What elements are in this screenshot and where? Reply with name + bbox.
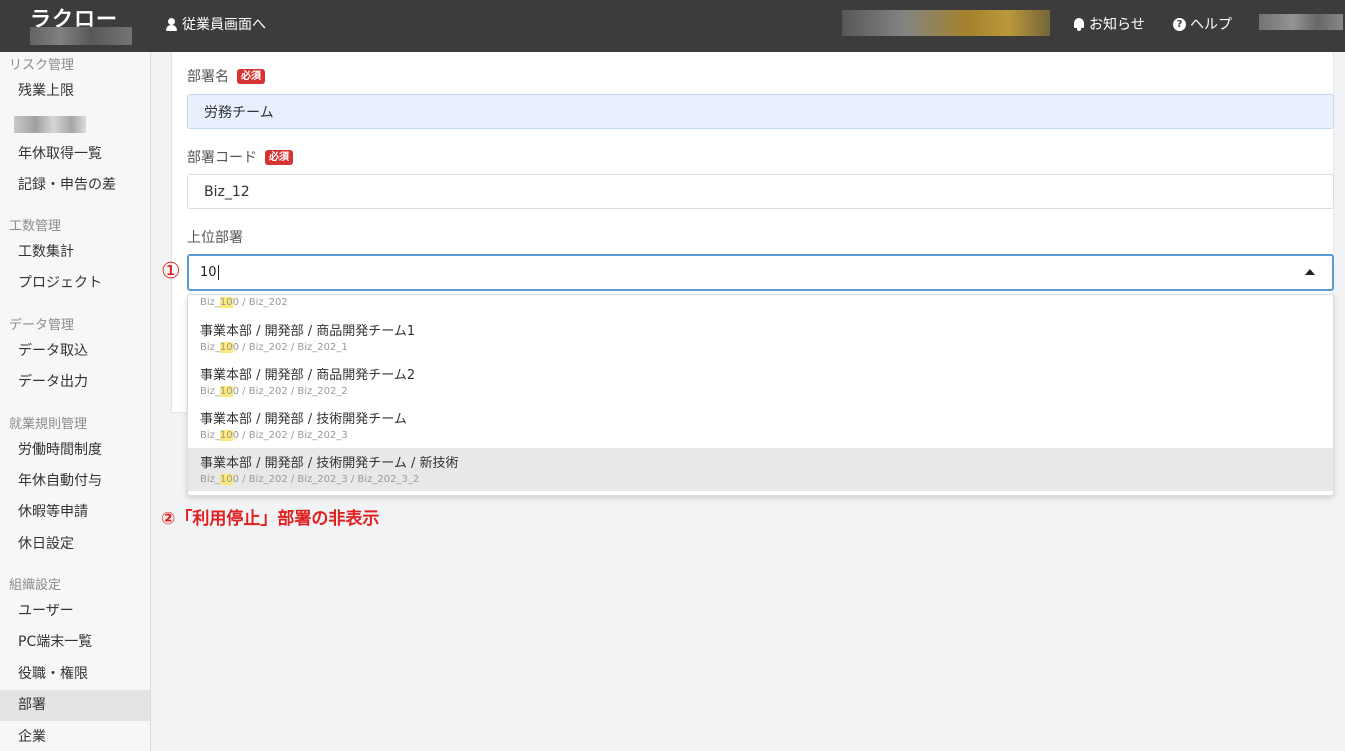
sidebar-item-departments[interactable]: 部署 <box>0 690 150 721</box>
dropdown-option[interactable]: Biz_100 / Biz_202 <box>188 295 1333 315</box>
match-highlight: 10 <box>219 297 233 308</box>
logo-subtitle-redacted <box>30 27 132 45</box>
question-icon: ? <box>1173 17 1186 31</box>
employee-screen-link[interactable]: 従業員画面へ <box>166 14 266 34</box>
sidebar-item-pc-list[interactable]: PC端末一覧 <box>0 627 150 658</box>
sidebar-item-users[interactable]: ユーザー <box>0 596 150 627</box>
dropdown-option[interactable]: 事業本部 / 開発部 / 技術開発チーム Biz_100 / Biz_202 /… <box>188 404 1333 448</box>
dropdown-option[interactable]: 事業本部 / 開発部 / 商品開発チーム1 Biz_100 / Biz_202 … <box>188 316 1333 360</box>
dropdown-option-highlighted[interactable]: 事業本部 / 開発部 / 技術開発チーム / 新技術 Biz_100 / Biz… <box>188 448 1333 491</box>
option-code-path: Biz_100 / Biz_202 <box>200 297 288 308</box>
dept-code-input[interactable]: Biz_12 <box>187 174 1334 209</box>
parent-dept-select[interactable]: 10 <box>187 254 1334 291</box>
required-badge: 必須 <box>265 149 293 165</box>
sidebar-item-effort-total[interactable]: 工数集計 <box>0 237 150 268</box>
sidebar-item-record-diff[interactable]: 記録・申告の差 <box>0 170 150 201</box>
match-highlight: 10 <box>219 430 233 441</box>
sidebar-item-leave-request[interactable]: 休暇等申請 <box>0 497 150 528</box>
sidebar: リスク管理 残業上限 年休取得一覧 記録・申告の差 工数管理 工数集計 プロジェ… <box>0 52 151 751</box>
notice-label: お知らせ <box>1089 17 1145 33</box>
option-name: 事業本部 / 開発部 / 技術開発チーム <box>200 412 407 427</box>
sidebar-item-work-hours[interactable]: 労働時間制度 <box>0 435 150 466</box>
parent-dept-search-text: 10 <box>200 265 217 280</box>
sidebar-item-redacted[interactable] <box>14 116 86 133</box>
sidebar-item-auto-leave[interactable]: 年休自動付与 <box>0 466 150 497</box>
sidebar-item-data-import[interactable]: データ取込 <box>0 336 150 367</box>
user-icon <box>166 17 177 31</box>
sidebar-item-roles[interactable]: 役職・権限 <box>0 659 150 690</box>
notice-link[interactable]: お知らせ <box>1073 14 1145 34</box>
option-name: 事業本部 / 開発部 / 商品開発チーム1 <box>200 324 416 339</box>
company-name-redacted <box>842 10 1050 36</box>
bell-icon <box>1073 17 1085 31</box>
option-code-path: Biz_100 / Biz_202 / Biz_202_2 <box>200 386 348 397</box>
help-label: ヘルプ <box>1190 17 1232 33</box>
dept-name-label: 部署名 <box>187 69 229 85</box>
sidebar-item-leave-list[interactable]: 年休取得一覧 <box>0 139 150 170</box>
sidebar-category-rules: 就業規則管理 <box>9 417 88 432</box>
dropdown-option[interactable]: 事業本部 / 開発部 / 商品開発チーム2 Biz_100 / Biz_202 … <box>188 360 1333 404</box>
option-code-path: Biz_100 / Biz_202 / Biz_202_3 / Biz_202_… <box>200 474 420 485</box>
top-header: ラクロー 従業員画面へ お知らせ ? ヘルプ <box>0 0 1345 52</box>
option-code-path: Biz_100 / Biz_202 / Biz_202_1 <box>200 342 348 353</box>
help-link[interactable]: ? ヘルプ <box>1173 14 1232 34</box>
parent-dept-dropdown: Biz_100 / Biz_202 事業本部 / 開発部 / 商品開発チーム1 … <box>187 294 1334 496</box>
sidebar-item-overtime-limit[interactable]: 残業上限 <box>0 76 150 107</box>
option-code-path: Biz_100 / Biz_202 / Biz_202_3 <box>200 430 348 441</box>
sidebar-category-risk: リスク管理 <box>9 58 75 73</box>
parent-dept-label: 上位部署 <box>187 227 243 247</box>
required-badge: 必須 <box>237 68 265 84</box>
parent-dept-label-text: 上位部署 <box>187 230 243 246</box>
user-menu-redacted[interactable] <box>1259 14 1343 30</box>
dept-name-input[interactable]: 労務チーム <box>187 94 1334 129</box>
annotation-mark-1: ① <box>161 259 181 284</box>
sidebar-category-org: 組織設定 <box>9 578 62 593</box>
sidebar-category-data: データ管理 <box>9 318 75 333</box>
dept-code-label: 部署コード <box>187 150 257 166</box>
app-logo[interactable]: ラクロー <box>30 3 134 45</box>
arrow-up-icon[interactable] <box>1305 269 1315 275</box>
option-name: 事業本部 / 開発部 / 技術開発チーム / 新技術 <box>200 456 459 471</box>
sidebar-item-company[interactable]: 企業 <box>0 722 150 751</box>
sidebar-item-project[interactable]: プロジェクト <box>0 268 150 299</box>
match-highlight: 10 <box>219 386 233 397</box>
match-highlight: 10 <box>219 342 233 353</box>
dept-name-label-row: 部署名 必須 <box>187 66 265 86</box>
sidebar-item-data-export[interactable]: データ出力 <box>0 367 150 398</box>
text-cursor <box>217 265 219 280</box>
sidebar-category-effort: 工数管理 <box>9 219 62 234</box>
employee-screen-label: 従業員画面へ <box>182 17 266 33</box>
sidebar-item-holiday[interactable]: 休日設定 <box>0 529 150 560</box>
match-highlight: 10 <box>219 474 233 485</box>
option-name: 事業本部 / 開発部 / 商品開発チーム2 <box>200 368 416 383</box>
annotation-mark-2: ②「利用停止」部署の非表示 <box>161 509 380 529</box>
dept-code-label-row: 部署コード 必須 <box>187 147 293 167</box>
